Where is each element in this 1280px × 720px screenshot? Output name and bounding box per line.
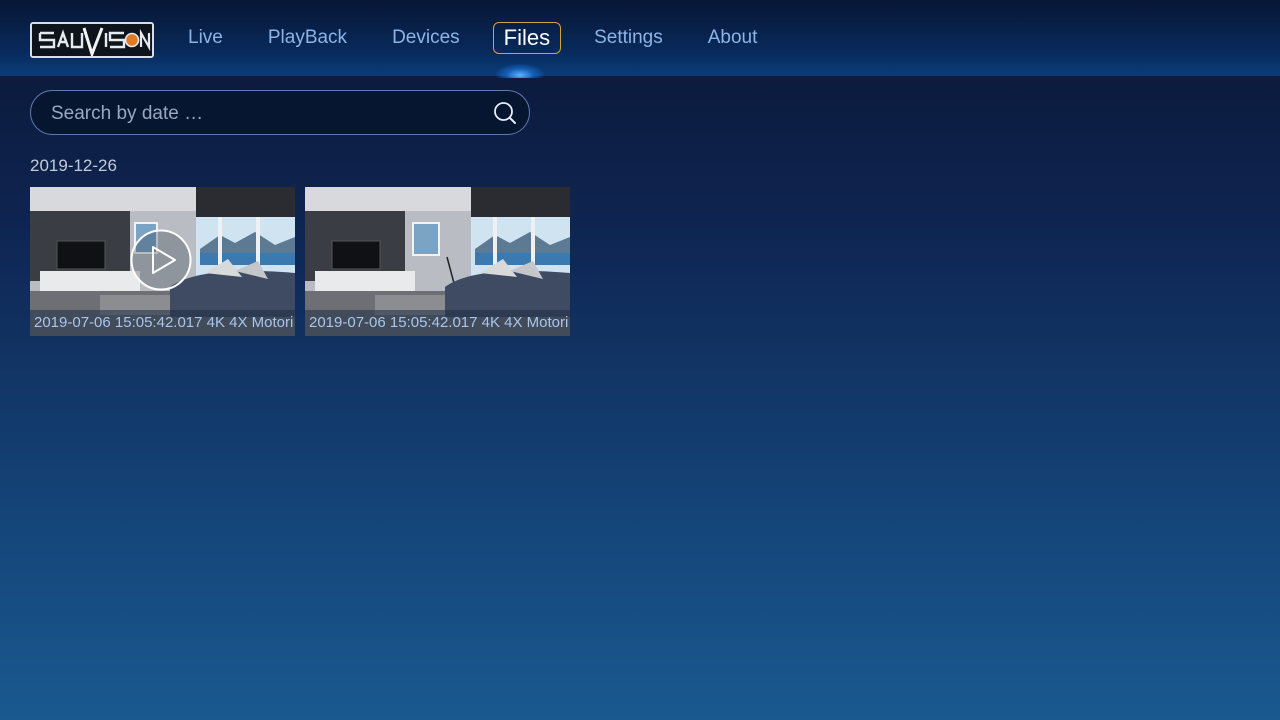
nav-item-settings[interactable]: Settings bbox=[582, 20, 675, 56]
search-icon[interactable] bbox=[493, 101, 517, 125]
search-input[interactable] bbox=[49, 91, 483, 136]
file-caption: 2019-07-06 15:05:42.017 4K 4X Motori bbox=[305, 310, 570, 336]
nav-item-files[interactable]: Files bbox=[492, 22, 562, 54]
top-bar: Live PlayBack Devices Files Settings Abo… bbox=[0, 0, 1280, 78]
nav-item-live[interactable]: Live bbox=[176, 20, 235, 56]
play-icon[interactable] bbox=[130, 229, 192, 291]
file-thumbnail[interactable]: 2019-07-06 15:05:42.017 4K 4X Motori bbox=[30, 187, 295, 336]
nav-item-playback[interactable]: PlayBack bbox=[256, 20, 359, 56]
file-group-date: 2019-12-26 bbox=[30, 156, 117, 175]
brand-logo-icon[interactable] bbox=[30, 22, 154, 58]
file-caption: 2019-07-06 15:05:42.017 4K 4X Motori bbox=[30, 310, 295, 336]
search-box bbox=[30, 90, 530, 136]
main-nav: Live PlayBack Devices Files Settings Abo… bbox=[176, 20, 790, 56]
nav-item-devices[interactable]: Devices bbox=[380, 20, 472, 56]
file-thumbnail[interactable]: 2019-07-06 15:05:42.017 4K 4X Motori bbox=[305, 187, 570, 336]
active-tab-indicator bbox=[496, 64, 544, 78]
nav-item-about[interactable]: About bbox=[696, 20, 770, 56]
